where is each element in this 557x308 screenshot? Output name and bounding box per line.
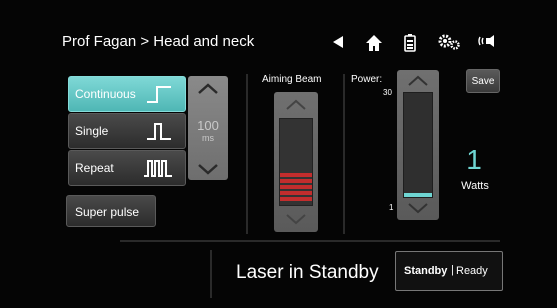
super-pulse-label: Super pulse [75, 205, 140, 219]
continuous-wave-icon [147, 86, 171, 103]
super-pulse-button[interactable]: Super pulse [66, 195, 156, 227]
duration-stepper[interactable]: 100 ms [188, 76, 228, 180]
aiming-beam-label: Aiming Beam [262, 74, 322, 85]
aiming-beam-level [279, 118, 313, 206]
sound-icon[interactable] [477, 34, 499, 52]
divider [210, 250, 212, 298]
back-arrow-icon[interactable] [328, 34, 348, 52]
toggle-separator: | [451, 264, 454, 276]
continuous-label: Continuous [75, 87, 136, 101]
laser-control-screen: Prof Fagan > Head and neck Continuous Si… [0, 0, 557, 308]
divider [120, 240, 500, 242]
settings-icon[interactable] [436, 34, 462, 52]
power-min-label: 1 [389, 203, 394, 212]
power-label: Power: [351, 74, 383, 85]
power-track [403, 92, 433, 198]
repeat-mode-button[interactable]: Repeat [68, 150, 186, 186]
aim-level-bar [280, 191, 312, 195]
power-max-label: 30 [383, 88, 392, 97]
divider [343, 74, 345, 234]
divider [246, 74, 248, 234]
single-mode-button[interactable]: Single [68, 113, 186, 149]
standby-ready-toggle[interactable]: Standby | Ready [395, 251, 503, 291]
repeat-pulse-icon [144, 160, 172, 177]
duration-unit: ms [202, 133, 214, 143]
battery-icon[interactable] [400, 34, 420, 52]
power-down-icon[interactable] [406, 201, 430, 215]
aim-level-bar [280, 173, 312, 177]
ready-option[interactable]: Ready [456, 265, 488, 277]
home-icon[interactable] [364, 34, 384, 52]
aim-level-bar [280, 185, 312, 189]
duration-down-icon[interactable] [196, 162, 220, 176]
aim-level-bar [280, 179, 312, 183]
power-up-icon[interactable] [406, 74, 430, 88]
aim-up-icon[interactable] [284, 98, 308, 112]
single-pulse-icon [147, 123, 171, 140]
power-slider[interactable] [397, 70, 439, 220]
repeat-label: Repeat [75, 161, 114, 175]
save-button[interactable]: Save [466, 69, 500, 93]
continuous-mode-button[interactable]: Continuous [68, 76, 186, 112]
save-label: Save [471, 76, 495, 87]
aim-down-icon[interactable] [284, 212, 308, 226]
breadcrumb[interactable]: Prof Fagan > Head and neck [62, 33, 254, 50]
duration-up-icon[interactable] [196, 82, 220, 96]
power-fill [404, 193, 432, 197]
power-value: 1 [466, 144, 482, 175]
single-label: Single [75, 124, 109, 138]
standby-option[interactable]: Standby [404, 265, 447, 277]
power-unit: Watts [461, 180, 489, 192]
aiming-beam-slider[interactable] [274, 92, 318, 232]
aim-level-bar [280, 197, 312, 201]
duration-value: 100 [197, 118, 219, 133]
laser-status-text: Laser in Standby [236, 262, 379, 283]
